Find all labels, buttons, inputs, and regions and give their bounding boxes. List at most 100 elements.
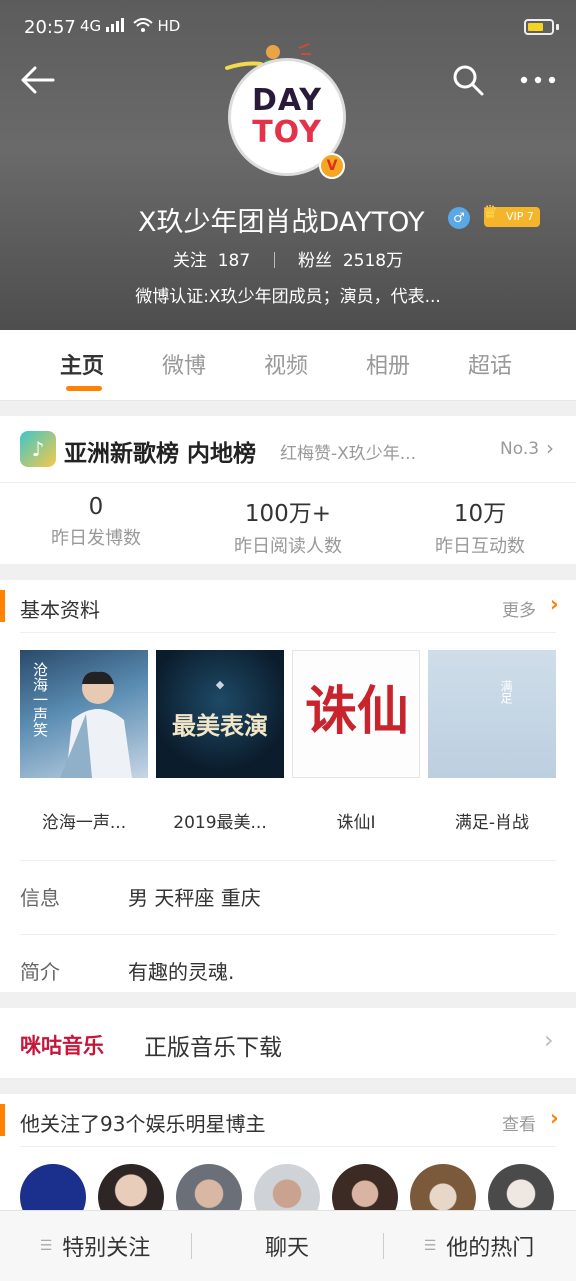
stat-divider — [273, 252, 275, 268]
bottom-action-bar: ☰ 特别关注 聊天 ☰ 他的热门 — [0, 1210, 576, 1281]
follow-stats: 关注 187 粉丝 2518万 — [0, 246, 576, 271]
menu-icon: ☰ — [423, 1238, 437, 1254]
profile-info-card: 基本资料 更多 › 沧海一声笑 ◆ 最美表演 诛仙 满足 沧海一声... 201… — [0, 580, 576, 992]
view-link[interactable]: 查看 — [502, 1110, 536, 1135]
signal-icon: 4G HD — [80, 17, 180, 35]
vip-badge[interactable]: ♛ VIP 7 — [482, 203, 540, 227]
followers-count: 2518万 — [342, 251, 404, 271]
status-time: 20:57 — [24, 17, 76, 38]
work-label-2[interactable]: 2019最美... — [156, 808, 284, 833]
info-row: 信息 男 天秤座 重庆 — [0, 860, 576, 932]
chat-button[interactable]: 聊天 — [192, 1211, 382, 1281]
metric-readers: 100万+ 昨日阅读人数 — [192, 494, 384, 558]
divider — [20, 1146, 556, 1147]
metric-value: 100万+ — [244, 501, 332, 527]
avatar-text-day: DAY — [252, 83, 322, 118]
search-button[interactable] — [444, 56, 492, 104]
name-row: X玖少年团肖战DAYTOY ♂ ♛ VIP 7 — [0, 198, 576, 238]
back-button[interactable] — [14, 56, 62, 104]
verification-text[interactable]: 微博认证:X玖少年团成员；演员，代表... — [0, 282, 576, 307]
migu-music-logo: 咪咕音乐 — [20, 1034, 104, 1058]
wifi-icon — [133, 18, 153, 32]
bio-row: 简介 有趣的灵魂. — [0, 934, 576, 1006]
divider — [20, 632, 556, 633]
metric-value: 0 — [88, 494, 104, 520]
gender-male-icon: ♂ — [448, 207, 470, 229]
avatar[interactable]: DAY TOY V — [228, 58, 348, 179]
profile-header: 20:57 4G HD DAY TOY V X玖少年团肖战DAYTOY ♂ ♛ … — [0, 0, 576, 330]
signal-label: 4G — [80, 17, 102, 35]
tab-home[interactable]: 主页 — [60, 348, 104, 380]
metric-interactions: 10万 昨日互动数 — [384, 494, 576, 558]
section-accent-bar — [0, 590, 5, 622]
tab-video[interactable]: 视频 — [264, 348, 308, 380]
info-value: 男 天秤座 重庆 — [128, 886, 261, 910]
menu-icon: ☰ — [39, 1238, 53, 1254]
chevron-right-icon[interactable]: › — [550, 592, 559, 616]
hot-posts-button[interactable]: ☰ 他的热门 — [384, 1211, 574, 1281]
music-download-title: 正版音乐下载 — [144, 1035, 282, 1061]
work-thumbnail-3[interactable]: 诛仙 — [292, 650, 420, 778]
metric-label: 昨日发博数 — [51, 528, 141, 549]
work-label-1[interactable]: 沧海一声... — [20, 808, 148, 833]
following-label: 关注 — [172, 251, 207, 271]
work-thumbnail-2[interactable]: ◆ 最美表演 — [156, 650, 284, 778]
person-figure-icon — [60, 671, 132, 778]
more-link[interactable]: 更多 — [502, 596, 536, 621]
chart-title: 亚洲新歌榜 内地榜 — [64, 441, 257, 467]
chart-song: 红梅赞-X玖少年... — [280, 444, 416, 464]
battery-tip — [556, 24, 559, 30]
metric-label: 昨日互动数 — [435, 536, 525, 557]
verified-badge-icon: V — [319, 153, 345, 179]
tab-album[interactable]: 相册 — [366, 348, 410, 380]
music-note-icon: ♪ — [20, 431, 56, 467]
arrow-left-icon — [21, 66, 55, 94]
info-label: 信息 — [20, 886, 60, 910]
metric-value: 10万 — [453, 501, 507, 527]
avatar-text-toy: TOY — [252, 115, 322, 150]
chevron-right-icon: › — [544, 1026, 554, 1054]
work-label-3[interactable]: 诛仙I — [292, 808, 420, 833]
special-follow-button[interactable]: ☰ 特别关注 — [0, 1211, 190, 1281]
work-thumbnail-4[interactable]: 满足 — [428, 650, 556, 778]
following-title: 他关注了93个娱乐明星博主 — [20, 1112, 266, 1136]
tab-active-indicator — [66, 386, 102, 391]
more-button[interactable] — [514, 56, 562, 104]
profile-section-header: 基本资料 更多 › — [0, 580, 576, 632]
work-thumbnail-1[interactable]: 沧海一声笑 — [20, 650, 148, 778]
battery-level — [528, 23, 544, 31]
music-chart-card: ♪ 亚洲新歌榜 内地榜 红梅赞-X玖少年... No.3 › 0 昨日发博数 1… — [0, 416, 576, 564]
work-thumb-title: 最美表演 — [172, 712, 268, 740]
bio-value: 有趣的灵魂. — [128, 960, 235, 984]
tab-weibo[interactable]: 微博 — [162, 348, 206, 380]
tab-super-topic[interactable]: 超话 — [468, 348, 512, 380]
work-thumb-title: 诛仙 — [304, 682, 409, 742]
work-thumb-title: 满足 — [499, 680, 513, 704]
metric-posts: 0 昨日发博数 — [0, 494, 192, 550]
metric-label: 昨日阅读人数 — [234, 536, 342, 557]
following-count: 187 — [217, 251, 251, 271]
chat-label: 聊天 — [264, 1236, 309, 1261]
following-section-header: 他关注了93个娱乐明星博主 查看 › — [0, 1094, 576, 1146]
chevron-right-icon[interactable]: › — [550, 1106, 559, 1130]
search-icon — [453, 65, 484, 96]
work-label-4[interactable]: 满足-肖战 — [428, 808, 556, 833]
followers-label: 粉丝 — [298, 251, 332, 271]
chart-ranking-row[interactable]: ♪ 亚洲新歌榜 内地榜 红梅赞-X玖少年... No.3 › — [0, 416, 576, 483]
profile-tabs: 主页 微博 视频 相册 超话 — [0, 330, 576, 401]
bio-label: 简介 — [20, 960, 60, 984]
following-stat[interactable]: 关注 187 — [173, 251, 250, 271]
followers-stat[interactable]: 粉丝 2518万 — [298, 251, 403, 271]
battery-icon — [524, 19, 554, 35]
special-follow-label: 特别关注 — [62, 1236, 151, 1261]
user-name: X玖少年团肖战DAYTOY — [138, 207, 425, 238]
crown-icon: ♛ — [482, 202, 499, 223]
more-dots-icon — [520, 76, 556, 84]
vip-label: VIP 7 — [506, 210, 534, 223]
chevron-right-icon: › — [546, 436, 554, 460]
cadillac-logo-icon: ◆ — [215, 678, 225, 691]
network-label: HD — [157, 17, 181, 35]
hot-posts-label: 他的热门 — [446, 1236, 535, 1261]
music-download-card[interactable]: 咪咕音乐 正版音乐下载 › — [0, 1008, 576, 1078]
section-title: 基本资料 — [20, 598, 100, 622]
